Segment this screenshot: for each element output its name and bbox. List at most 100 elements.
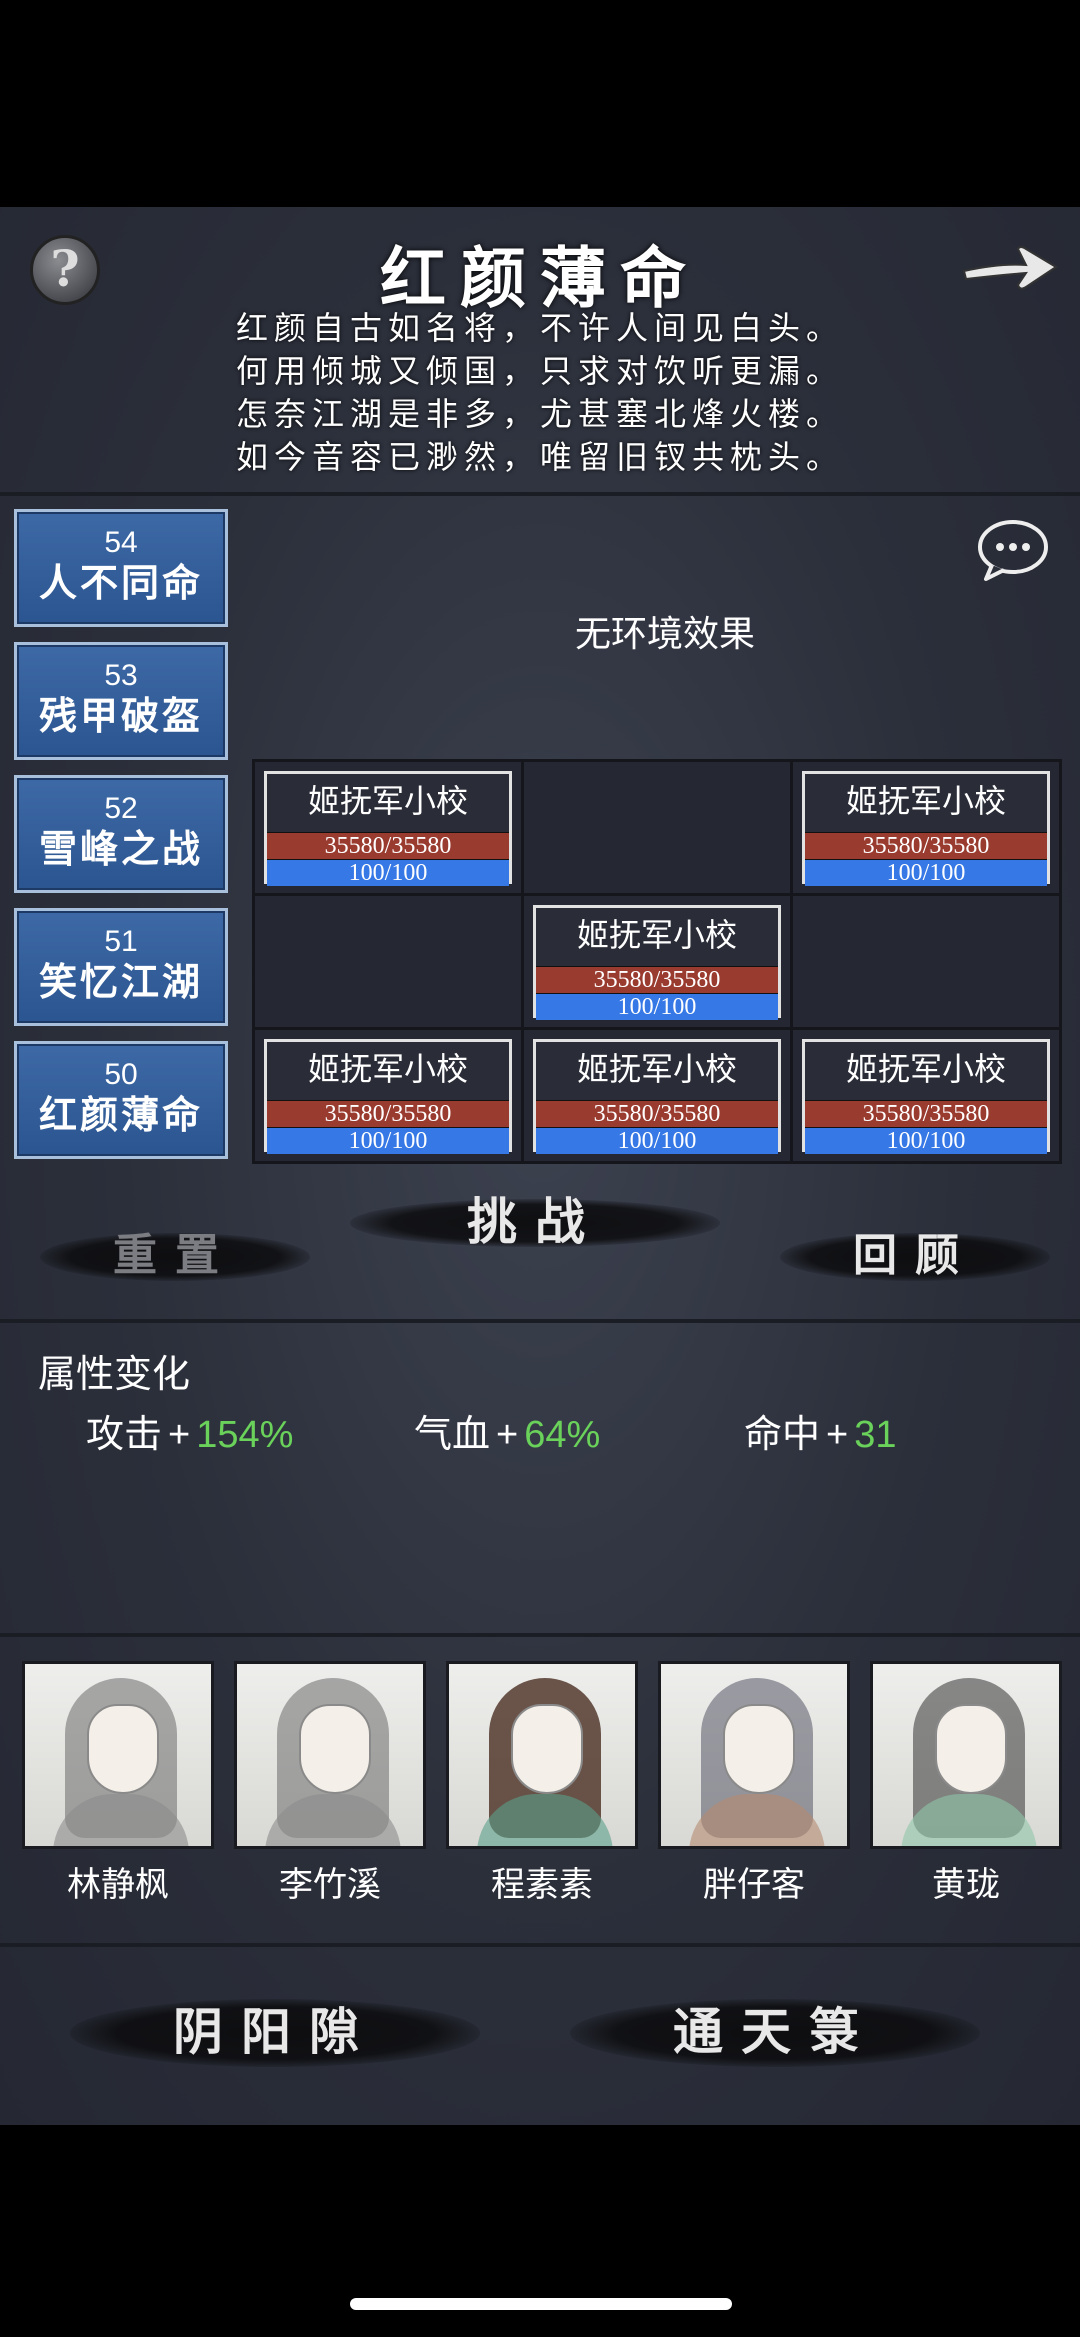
level-number: 51 [104, 925, 138, 958]
enemy-unit[interactable]: 姬抚军小校 35580/35580 100/100 [533, 1039, 781, 1154]
level-name: 人不同命 [38, 560, 203, 605]
attribute-value: 31 [854, 1414, 897, 1456]
enemy-unit[interactable]: 姬抚军小校 35580/35580 100/100 [264, 1039, 512, 1154]
hero-portrait [234, 1661, 426, 1849]
hero-card[interactable]: 黄珑 [870, 1661, 1062, 1906]
level-number: 53 [104, 659, 138, 692]
tongtian-label: 通天箓 [673, 2002, 877, 2061]
tongtian-button[interactable]: 通天箓 [570, 1987, 980, 2077]
hero-portrait [446, 1661, 638, 1849]
speech-bubble-icon [978, 520, 1048, 581]
level-list: 54 人不同命 53 残甲破盔 52 雪峰之战 51 笑忆江湖 50 红颜薄命 [14, 509, 234, 1174]
unit-hp-bar: 35580/35580 [536, 966, 778, 993]
unit-hp-bar: 35580/35580 [267, 1100, 509, 1127]
unit-name: 姬抚军小校 [576, 917, 737, 953]
attribute-value: 64% [524, 1414, 601, 1456]
formation-cell-empty[interactable] [793, 896, 1059, 1027]
unit-hp-bar: 35580/35580 [805, 1100, 1047, 1127]
poem-line: 何用倾城又倾国，只求对饮听更漏。 [235, 352, 844, 390]
level-name: 红颜薄命 [38, 1092, 203, 1137]
hero-list: 林静枫 李竹溪 程素素 胖仔客 黄珑 [22, 1661, 1062, 1906]
hero-name: 李竹溪 [279, 1866, 381, 1904]
attribute-hp: 气血 +64% [414, 1403, 600, 1458]
hero-name: 林静枫 [67, 1866, 169, 1904]
hero-card[interactable]: 程素素 [446, 1661, 638, 1906]
poem-line: 如今音容已渺然，唯留旧钗共枕头。 [235, 438, 844, 476]
level-number: 50 [104, 1058, 138, 1091]
unit-mp-bar: 100/100 [805, 1127, 1047, 1154]
formation-cell[interactable]: 姬抚军小校 35580/35580 100/100 [793, 1030, 1059, 1161]
level-item[interactable]: 53 残甲破盔 [14, 642, 228, 760]
unit-name: 姬抚军小校 [845, 1051, 1006, 1087]
enemy-unit[interactable]: 姬抚军小校 35580/35580 100/100 [802, 771, 1050, 886]
unit-mp-bar: 100/100 [267, 1127, 509, 1154]
unit-name: 姬抚军小校 [576, 1051, 737, 1087]
review-button[interactable]: 回顾 [780, 1221, 1050, 1291]
attribute-hit: 命中 +31 [744, 1403, 897, 1458]
hero-name: 程素素 [491, 1866, 593, 1904]
formation-cell[interactable]: 姬抚军小校 35580/35580 100/100 [524, 1030, 790, 1161]
unit-name: 姬抚军小校 [845, 783, 1006, 819]
attribute-title: 属性变化 [38, 1354, 191, 1396]
poem: 红颜自古如名将，不许人间见白头。 何用倾城又倾国，只求对饮听更漏。 怎奈江湖是非… [0, 307, 1080, 479]
unit-hp-bar: 35580/35580 [536, 1100, 778, 1127]
poem-line: 红颜自古如名将，不许人间见白头。 [235, 309, 844, 347]
formation-cell[interactable]: 姬抚军小校 35580/35580 100/100 [255, 762, 521, 893]
attribute-label: 命中 [744, 1414, 821, 1456]
attribute-plus: + [496, 1414, 519, 1456]
reset-button[interactable]: 重置 [40, 1221, 310, 1291]
reset-label: 重置 [113, 1230, 237, 1281]
hero-portrait [658, 1661, 850, 1849]
unit-mp-bar: 100/100 [267, 859, 509, 886]
enemy-unit[interactable]: 姬抚军小校 35580/35580 100/100 [802, 1039, 1050, 1154]
unit-hp-bar: 35580/35580 [805, 832, 1047, 859]
arrow-right-icon [962, 246, 1058, 290]
level-item[interactable]: 54 人不同命 [14, 509, 228, 627]
level-item-current[interactable]: 50 红颜薄命 [14, 1041, 228, 1159]
poem-line: 怎奈江湖是非多，尤甚塞北烽火楼。 [235, 395, 844, 433]
formation-cell-empty[interactable] [524, 762, 790, 893]
level-name: 雪峰之战 [38, 826, 203, 871]
unit-name: 姬抚军小校 [307, 783, 468, 819]
chat-button[interactable] [976, 517, 1050, 583]
yinyang-label: 阴阳隙 [173, 2002, 377, 2061]
challenge-label: 挑战 [467, 1192, 603, 1251]
formation-cell-empty[interactable] [255, 896, 521, 1027]
unit-mp-bar: 100/100 [805, 859, 1047, 886]
unit-mp-bar: 100/100 [536, 1127, 778, 1154]
hero-card[interactable]: 胖仔客 [658, 1661, 850, 1906]
formation-grid: 姬抚军小校 35580/35580 100/100 姬抚军小校 35580/35… [252, 759, 1062, 1164]
next-button[interactable] [960, 237, 1060, 297]
unit-hp-bar: 35580/35580 [267, 832, 509, 859]
formation-cell[interactable]: 姬抚军小校 35580/35580 100/100 [793, 762, 1059, 893]
challenge-button[interactable]: 挑战 [350, 1187, 720, 1257]
attribute-label: 攻击 [86, 1414, 163, 1456]
hero-name: 胖仔客 [703, 1866, 805, 1904]
hero-card[interactable]: 李竹溪 [234, 1661, 426, 1906]
enemy-unit[interactable]: 姬抚军小校 35580/35580 100/100 [533, 905, 781, 1020]
home-indicator[interactable] [350, 2298, 732, 2310]
level-number: 52 [104, 792, 138, 825]
enemy-unit[interactable]: 姬抚军小校 35580/35580 100/100 [264, 771, 512, 886]
yinyang-button[interactable]: 阴阳隙 [70, 1987, 480, 2077]
level-name: 笑忆江湖 [38, 959, 203, 1004]
hero-portrait [870, 1661, 1062, 1849]
attribute-value: 154% [196, 1414, 294, 1456]
hero-card[interactable]: 林静枫 [22, 1661, 214, 1906]
formation-cell[interactable]: 姬抚军小校 35580/35580 100/100 [524, 896, 790, 1027]
hero-name: 黄珑 [932, 1866, 1000, 1904]
attribute-plus: + [168, 1414, 191, 1456]
unit-name: 姬抚军小校 [307, 1051, 468, 1087]
unit-mp-bar: 100/100 [536, 993, 778, 1020]
attribute-label: 气血 [414, 1414, 491, 1456]
hero-portrait [22, 1661, 214, 1849]
attribute-plus: + [826, 1414, 849, 1456]
level-item[interactable]: 51 笑忆江湖 [14, 908, 228, 1026]
review-label: 回顾 [853, 1230, 977, 1281]
attribute-attack: 攻击 +154% [86, 1403, 293, 1458]
formation-cell[interactable]: 姬抚军小校 35580/35580 100/100 [255, 1030, 521, 1161]
level-name: 残甲破盔 [38, 693, 203, 738]
level-item[interactable]: 52 雪峰之战 [14, 775, 228, 893]
game-screen: ? 红颜薄命 红颜自古如名将，不许人间见白头。 何用倾城又倾国，只求对饮听更漏。… [0, 207, 1080, 2125]
level-number: 54 [104, 526, 138, 559]
